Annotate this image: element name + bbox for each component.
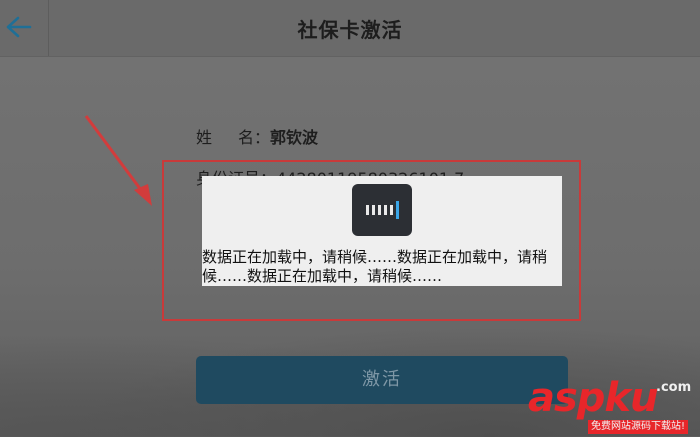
loading-message: 数据正在加载中，请稍候……数据正在加载中，请稍候……数据正在加载中，请稍候…… [202,248,548,285]
name-label-2: 名： [238,128,271,147]
annotation-arrow-icon [84,115,152,206]
name-row: 姓 名：郭钦波 [196,124,318,148]
name-label-1: 姓 [196,128,213,147]
loading-dialog: 数据正在加载中，请稍候……数据正在加载中，请稍候……数据正在加载中，请稍候…… [202,176,562,286]
loading-spinner-icon [352,184,412,236]
page-title: 社保卡激活 [297,18,403,42]
activate-button[interactable]: 激活 [196,356,568,404]
watermark: aspku .com 免费网站源码下载站! [528,378,700,436]
watermark-domain: .com [656,380,692,395]
watermark-logo: aspku [528,375,659,421]
name-value: 郭钦波 [270,128,319,147]
watermark-tagline: 免费网站源码下载站! [588,420,689,434]
top-bar: 社保卡激活 [0,0,700,57]
